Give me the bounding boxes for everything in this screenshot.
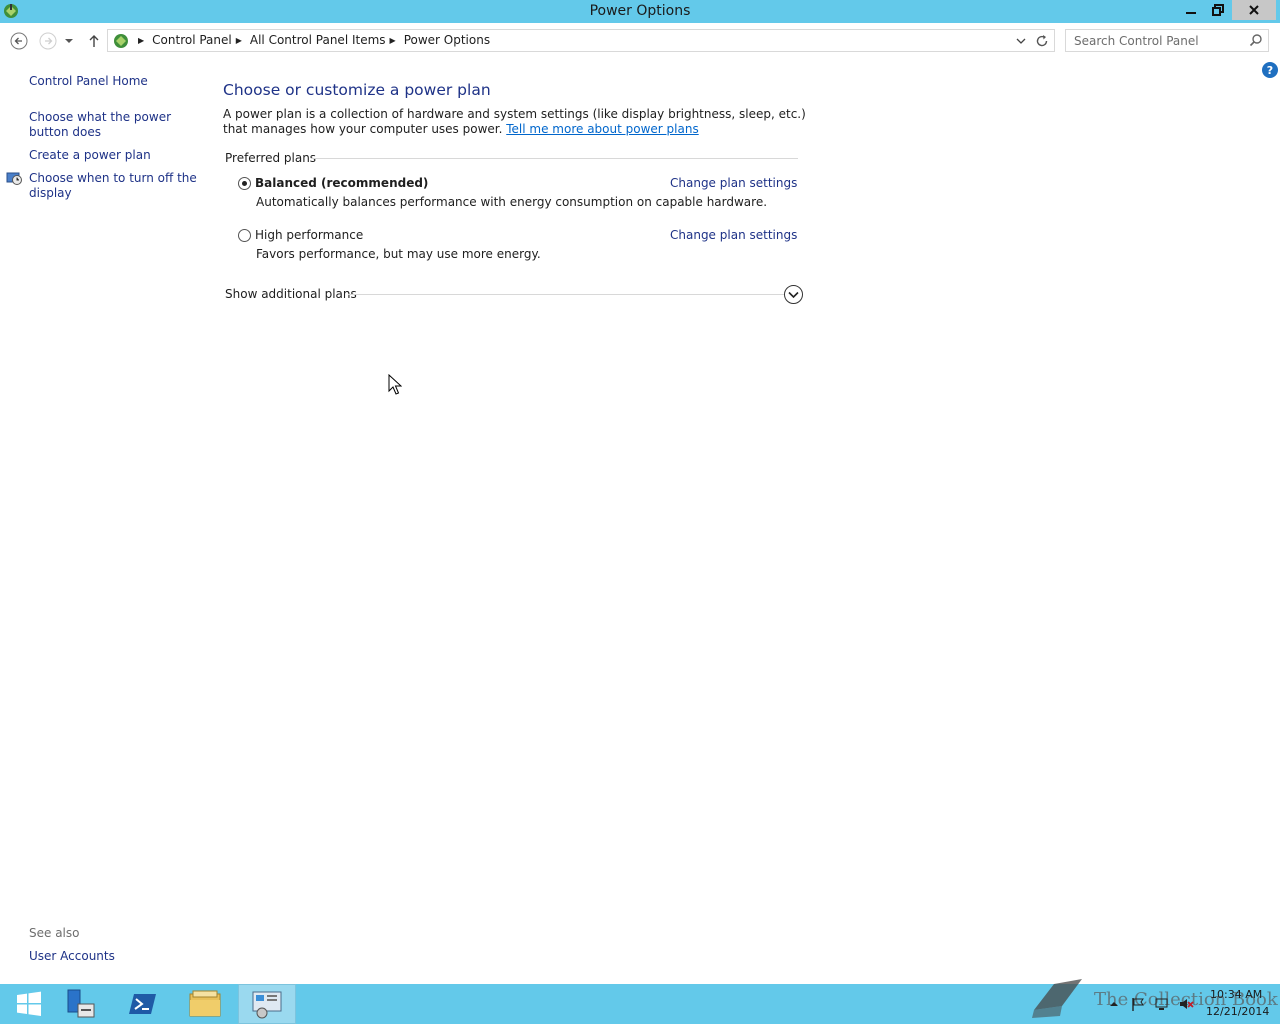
close-icon	[1249, 5, 1259, 15]
expand-additional-plans-button[interactable]	[784, 285, 803, 304]
navigation-bar: ▶ Control Panel ▶ All Control Panel Item…	[0, 23, 1280, 59]
plan-high-performance-name[interactable]: High performance	[255, 228, 363, 242]
taskbar-server-manager[interactable]	[52, 984, 110, 1024]
action-center-flag-icon[interactable]	[1130, 996, 1146, 1012]
search-icon[interactable]	[1249, 33, 1263, 47]
breadcrumb-separator-icon[interactable]: ▶	[138, 36, 144, 45]
see-also-label: See also	[29, 926, 80, 940]
up-arrow-icon	[89, 35, 99, 47]
forward-arrow-icon	[39, 32, 57, 50]
preferred-plans-heading: Preferred plans	[225, 151, 317, 165]
network-icon[interactable]	[1154, 996, 1170, 1012]
refresh-icon[interactable]	[1034, 33, 1050, 49]
breadcrumb-power-options[interactable]: Power Options	[404, 33, 490, 47]
breadcrumb-control-panel[interactable]: Control Panel	[152, 33, 232, 47]
window-title: Power Options	[589, 3, 691, 19]
user-accounts-link[interactable]: User Accounts	[29, 949, 204, 964]
book-logo-icon	[1032, 979, 1082, 1018]
chevron-down-icon	[65, 39, 73, 43]
server-manager-icon	[67, 989, 95, 1018]
plan-balanced-name[interactable]: Balanced (recommended)	[255, 176, 428, 190]
create-power-plan-link[interactable]: Create a power plan	[29, 148, 204, 163]
mouse-cursor-icon	[388, 374, 402, 395]
volume-muted-icon[interactable]	[1178, 996, 1194, 1012]
page-title: Choose or customize a power plan	[223, 81, 491, 99]
breadcrumb-all-items[interactable]: All Control Panel Items	[250, 33, 386, 47]
plan-high-performance-radio[interactable]	[238, 229, 251, 242]
taskbar: The Collection Book 10:34 AM 12/21/2014	[0, 979, 1280, 1024]
close-button[interactable]	[1232, 0, 1276, 20]
control-panel-icon	[114, 34, 128, 48]
power-button-settings-link[interactable]: Choose what the power button does	[29, 110, 204, 140]
section-divider	[311, 158, 798, 159]
plan-high-performance-description: Favors performance, but may use more ene…	[256, 247, 541, 261]
plan-high-performance-change-settings-link[interactable]: Change plan settings	[670, 228, 797, 242]
forward-button[interactable]	[38, 31, 58, 51]
control-panel-icon	[252, 991, 282, 1019]
powershell-icon	[129, 994, 156, 1014]
back-button[interactable]	[9, 31, 29, 51]
plan-balanced-description: Automatically balances performance with …	[256, 195, 768, 209]
show-additional-divider	[348, 294, 784, 295]
minimize-button[interactable]	[1178, 0, 1204, 20]
plan-balanced-change-settings-link[interactable]: Change plan settings	[670, 176, 797, 190]
minimize-icon	[1186, 12, 1196, 14]
folder-icon	[189, 990, 221, 1017]
show-additional-plans-label[interactable]: Show additional plans	[225, 287, 357, 301]
title-bar: Power Options	[0, 0, 1280, 23]
taskbar-control-panel[interactable]	[238, 984, 296, 1024]
search-input[interactable]	[1066, 30, 1246, 51]
clock-time[interactable]: 10:34 AM	[1210, 988, 1262, 1001]
back-arrow-icon	[10, 32, 28, 50]
search-box[interactable]	[1065, 29, 1269, 52]
breadcrumb-separator-icon[interactable]: ▶	[236, 36, 242, 45]
clock-date[interactable]: 12/21/2014	[1206, 1005, 1269, 1018]
breadcrumb-separator-icon[interactable]: ▶	[390, 36, 396, 45]
restore-icon	[1212, 4, 1224, 16]
plan-balanced-radio[interactable]	[238, 177, 251, 190]
recent-locations-dropdown[interactable]	[62, 31, 76, 51]
left-pane: Control Panel Home Choose what the power…	[0, 59, 210, 981]
chevron-down-icon	[788, 291, 799, 298]
up-button[interactable]	[84, 31, 104, 51]
taskbar-file-explorer[interactable]	[176, 984, 234, 1024]
turn-off-display-link[interactable]: Choose when to turn off the display	[29, 171, 204, 201]
address-dropdown-icon[interactable]	[1014, 33, 1028, 49]
page-description: A power plan is a collection of hardware…	[223, 107, 813, 137]
help-icon[interactable]: ?	[1262, 62, 1278, 78]
display-clock-icon	[6, 172, 22, 185]
control-panel-home-link[interactable]: Control Panel Home	[29, 74, 204, 89]
address-bar[interactable]: ▶ Control Panel ▶ All Control Panel Item…	[107, 29, 1055, 52]
start-button[interactable]	[0, 984, 58, 1024]
restore-button[interactable]	[1205, 0, 1231, 20]
show-hidden-icons-icon[interactable]	[1106, 996, 1122, 1012]
tell-me-more-link[interactable]: Tell me more about power plans	[506, 122, 698, 136]
windows-logo-icon	[17, 991, 41, 1016]
taskbar-powershell[interactable]	[114, 984, 172, 1024]
breadcrumb: ▶ Control Panel ▶ All Control Panel Item…	[134, 33, 490, 47]
